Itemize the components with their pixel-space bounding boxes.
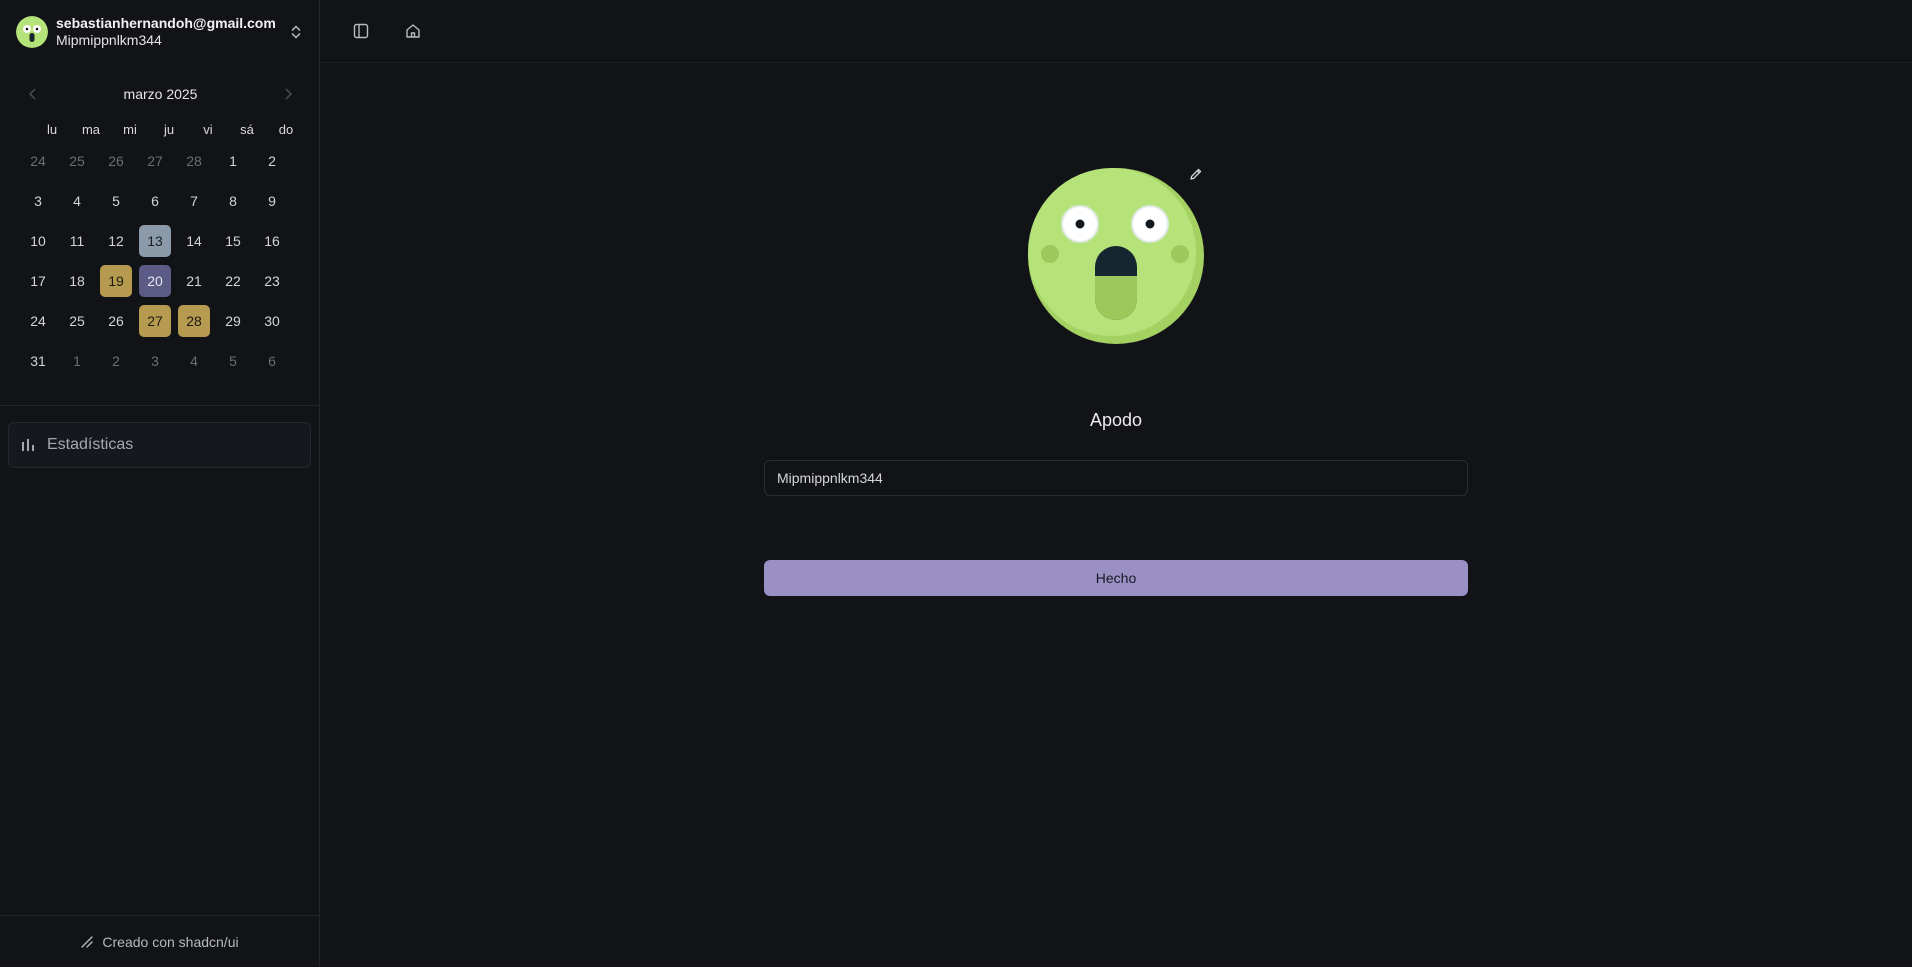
nickname-input[interactable] [764, 460, 1468, 496]
calendar-day[interactable]: 4 [178, 345, 210, 377]
calendar-day[interactable]: 12 [100, 225, 132, 257]
calendar-day[interactable]: 24 [22, 305, 54, 337]
calendar-day[interactable]: 17 [22, 265, 54, 297]
chevrons-up-down-icon[interactable] [287, 23, 305, 41]
avatar [16, 15, 48, 48]
account-switcher[interactable]: sebastianhernandoh@gmail.com Mipmippnlkm… [0, 0, 319, 63]
calendar-day[interactable]: 5 [100, 185, 132, 217]
calendar-day[interactable]: 4 [61, 185, 93, 217]
calendar-day[interactable]: 19 [100, 265, 132, 297]
weekday-label: ju [163, 121, 175, 137]
calendar-header: marzo 2025 [18, 79, 303, 109]
weekday-label: lu [46, 121, 58, 137]
shadcn-logo-icon [81, 935, 94, 948]
top-bar [320, 0, 1912, 63]
calendar-day[interactable]: 27 [139, 145, 171, 177]
calendar-day[interactable]: 18 [61, 265, 93, 297]
done-button[interactable]: Hecho [764, 560, 1468, 596]
calendar-day[interactable]: 10 [22, 225, 54, 257]
calendar-day[interactable]: 8 [217, 185, 249, 217]
day-grid: 24 25 26 27 28 1 2 3 4 5 6 7 8 9 10 11 12 13 14 15 16 17 18 19 2… [22, 141, 303, 381]
calendar-month-label: marzo 2025 [123, 86, 198, 102]
calendar-day[interactable]: 28 [178, 145, 210, 177]
weekday-label: mi [123, 121, 137, 137]
calendar-day[interactable]: 11 [61, 225, 93, 257]
profile-avatar[interactable] [1028, 168, 1204, 344]
toggle-sidebar-button[interactable] [345, 15, 377, 47]
nickname-label: Apodo [1089, 410, 1143, 430]
main-content: Apodo Hecho [320, 0, 1912, 967]
calendar-day[interactable]: 29 [217, 305, 249, 337]
calendar-day[interactable]: 2 [256, 145, 288, 177]
calendar-day[interactable]: 20 [139, 265, 171, 297]
calendar-day[interactable]: 31 [22, 345, 54, 377]
calendar-day[interactable]: 7 [178, 185, 210, 217]
weekday-label: vi [203, 121, 213, 137]
calendar-day[interactable]: 26 [100, 305, 132, 337]
calendar-day[interactable]: 21 [178, 265, 210, 297]
calendar-day[interactable]: 22 [217, 265, 249, 297]
calendar-day[interactable]: 24 [22, 145, 54, 177]
calendar-day[interactable]: 9 [256, 185, 288, 217]
home-icon [406, 24, 420, 38]
app: sebastianhernandoh@gmail.com Mipmippnlkm… [0, 0, 1912, 967]
weekday-label: ma [81, 121, 101, 137]
calendar-day[interactable]: 28 [178, 305, 210, 337]
calendar-day[interactable]: 27 [139, 305, 171, 337]
calendar-day[interactable]: 6 [139, 185, 171, 217]
calendar-day[interactable]: 30 [256, 305, 288, 337]
calendar-day[interactable]: 25 [61, 145, 93, 177]
calendar-day[interactable]: 3 [22, 185, 54, 217]
calendar: marzo 2025 lu ma mi ju vi sá do 24 25 26 27 28 1 2 3 4… [0, 63, 319, 406]
prev-month-button[interactable] [18, 79, 48, 109]
next-month-button[interactable] [273, 79, 303, 109]
calendar-day[interactable]: 14 [178, 225, 210, 257]
chevron-right-icon [285, 88, 293, 100]
calendar-day[interactable]: 15 [217, 225, 249, 257]
bar-chart-icon [22, 439, 34, 451]
user-info: sebastianhernandoh@gmail.com Mipmippnlkm… [56, 15, 279, 49]
user-nickname: Mipmippnlkm344 [56, 31, 162, 48]
sidebar: sebastianhernandoh@gmail.com Mipmippnlkm… [0, 0, 320, 967]
calendar-day[interactable]: 6 [256, 345, 288, 377]
calendar-day[interactable]: 16 [256, 225, 288, 257]
pencil-icon [1190, 168, 1202, 180]
home-button[interactable] [397, 15, 429, 47]
chevron-left-icon [28, 88, 36, 100]
calendar-day[interactable]: 3 [139, 345, 171, 377]
weekday-label: sá [240, 121, 254, 137]
sidebar-footer[interactable]: Creado con shadcn/ui [0, 915, 319, 967]
footer-credit: Creado con shadcn/ui [102, 933, 239, 950]
sidebar-item-label: Estadísticas [47, 436, 134, 453]
calendar-day[interactable]: 1 [217, 145, 249, 177]
edit-avatar-button[interactable] [1182, 160, 1210, 188]
weekday-label: do [278, 121, 294, 137]
sidebar-nav: Estadísticas [0, 406, 319, 484]
calendar-day[interactable]: 2 [100, 345, 132, 377]
weekday-row: lu ma mi ju vi sá do [36, 117, 303, 141]
sidebar-toggle-icon [353, 23, 369, 39]
calendar-day[interactable]: 23 [256, 265, 288, 297]
calendar-day[interactable]: 5 [217, 345, 249, 377]
calendar-day[interactable]: 25 [61, 305, 93, 337]
calendar-day[interactable]: 13 [139, 225, 171, 257]
calendar-day[interactable]: 1 [61, 345, 93, 377]
user-email: sebastianhernandoh@gmail.com [56, 14, 276, 31]
calendar-day[interactable]: 26 [100, 145, 132, 177]
sidebar-item-estadisticas[interactable]: Estadísticas [8, 422, 311, 468]
